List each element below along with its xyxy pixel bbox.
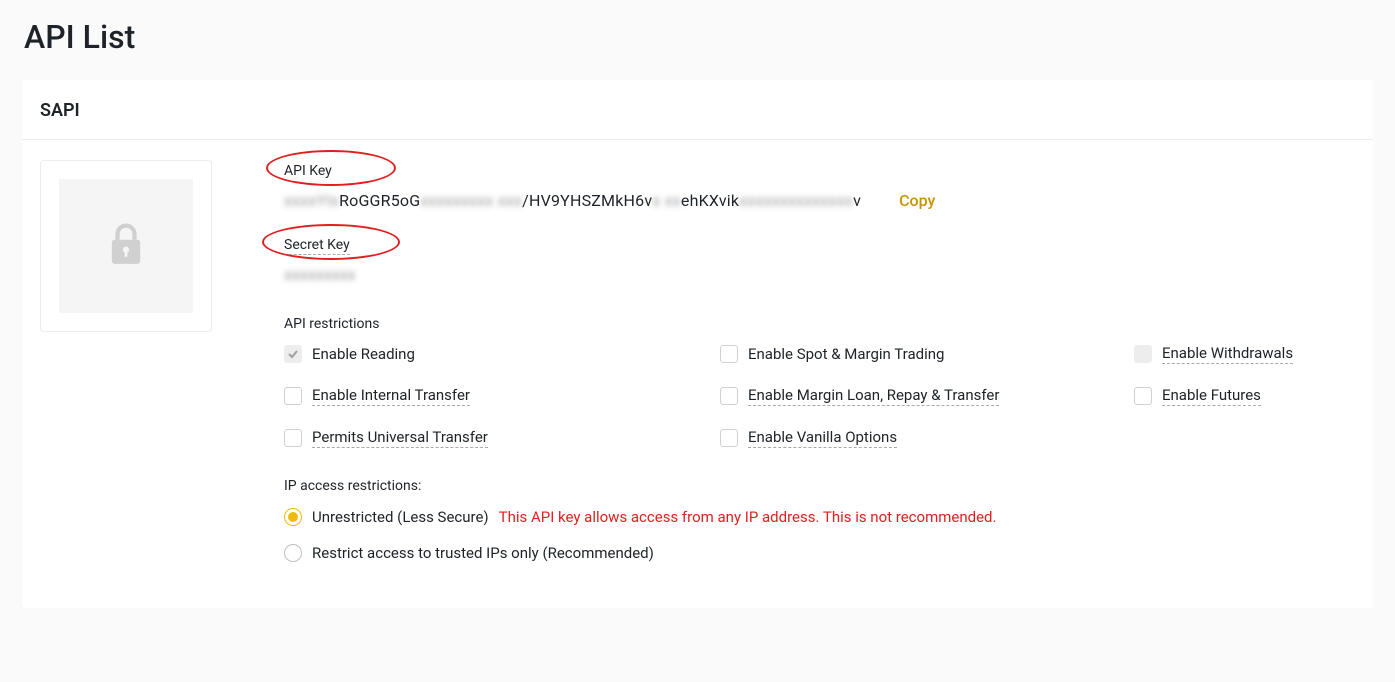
api-key-row: xxxxYIxRoGGR5oGxxxxxxxxx xxx/HV9YHSZMkH6…: [284, 191, 1355, 210]
checkbox-label: Enable Margin Loan, Repay & Transfer: [748, 386, 999, 406]
secret-key-value: xxxxxxxxx: [284, 265, 1355, 284]
card-header-title: SAPI: [40, 100, 1355, 121]
api-card: SAPI API Key: [22, 80, 1373, 608]
checkbox-icon: [284, 429, 302, 447]
radio-restricted[interactable]: Restrict access to trusted IPs only (Rec…: [284, 544, 1355, 562]
checkbox-icon: [720, 345, 738, 363]
checkbox-enable-internal-transfer[interactable]: Enable Internal Transfer: [284, 386, 720, 406]
copy-button[interactable]: Copy: [899, 191, 935, 210]
checkbox-label: Enable Reading: [312, 345, 415, 363]
checkbox-label: Enable Withdrawals: [1162, 344, 1293, 364]
api-key-label: API Key: [284, 163, 332, 179]
checkbox-enable-vanilla-options[interactable]: Enable Vanilla Options: [720, 428, 1134, 448]
checkbox-icon: [284, 345, 302, 363]
checkbox-icon: [1134, 345, 1152, 363]
checkbox-label: Enable Futures: [1162, 386, 1261, 406]
qr-placeholder: [59, 179, 193, 313]
checkbox-label: Enable Internal Transfer: [312, 386, 470, 406]
card-header: SAPI: [22, 80, 1373, 140]
key-segment: v: [853, 191, 861, 210]
radio-label: Restrict access to trusted IPs only (Rec…: [312, 544, 654, 562]
checkbox-enable-spot-margin[interactable]: Enable Spot & Margin Trading: [720, 344, 1134, 364]
secret-key-label-wrap: Secret Key: [284, 234, 350, 255]
ip-warning-text: This API key allows access from any IP a…: [499, 508, 997, 526]
qr-box: [40, 160, 212, 332]
checkbox-permits-universal-transfer[interactable]: Permits Universal Transfer: [284, 428, 720, 448]
lock-icon: [109, 221, 143, 271]
checkbox-icon: [720, 387, 738, 405]
secret-key-label: Secret Key: [284, 237, 350, 255]
blur-segment: xxxxxxxxx xxx: [420, 191, 522, 210]
radio-unrestricted[interactable]: Unrestricted (Less Secure) This API key …: [284, 508, 1355, 526]
key-segment: ehKXvik: [681, 191, 739, 210]
restrictions-grid: Enable Reading Enable Spot & Margin Trad…: [284, 344, 1355, 448]
qr-column: [40, 160, 212, 580]
api-details: API Key xxxxYIxRoGGR5oGxxxxxxxxx xxx/HV9…: [284, 160, 1355, 580]
blur-segment: xxxxYIx: [284, 191, 339, 210]
blur-segment: xxxxxxxxx: [284, 265, 355, 284]
checkbox-icon: [284, 387, 302, 405]
radio-label: Unrestricted (Less Secure): [312, 508, 489, 526]
ip-restrictions-label: IP access restrictions:: [284, 478, 1355, 494]
checkbox-enable-margin-loan[interactable]: Enable Margin Loan, Repay & Transfer: [720, 386, 1134, 406]
checkbox-label: Permits Universal Transfer: [312, 428, 488, 448]
checkbox-enable-futures[interactable]: Enable Futures: [1134, 386, 1355, 406]
page-title: API List: [0, 0, 1395, 80]
checkbox-enable-withdrawals[interactable]: Enable Withdrawals: [1134, 344, 1355, 364]
key-segment: /HV9YHSZMkH6v: [522, 191, 652, 210]
checkbox-icon: [1134, 387, 1152, 405]
api-key-value: xxxxYIxRoGGR5oGxxxxxxxxx xxx/HV9YHSZMkH6…: [284, 191, 861, 210]
key-segment: RoGGR5oG: [339, 191, 420, 210]
checkbox-enable-reading[interactable]: Enable Reading: [284, 344, 720, 364]
checkbox-icon: [720, 429, 738, 447]
blur-segment: xxxxxxxxxxxxxx: [739, 191, 853, 210]
restrictions-label: API restrictions: [284, 316, 1355, 332]
blur-segment: x xx: [652, 191, 681, 210]
api-key-label-wrap: API Key: [284, 160, 332, 179]
radio-icon: [284, 544, 302, 562]
checkbox-label: Enable Spot & Margin Trading: [748, 345, 944, 363]
radio-icon: [284, 508, 302, 526]
checkbox-label: Enable Vanilla Options: [748, 428, 897, 448]
card-body: API Key xxxxYIxRoGGR5oGxxxxxxxxx xxx/HV9…: [22, 140, 1373, 608]
